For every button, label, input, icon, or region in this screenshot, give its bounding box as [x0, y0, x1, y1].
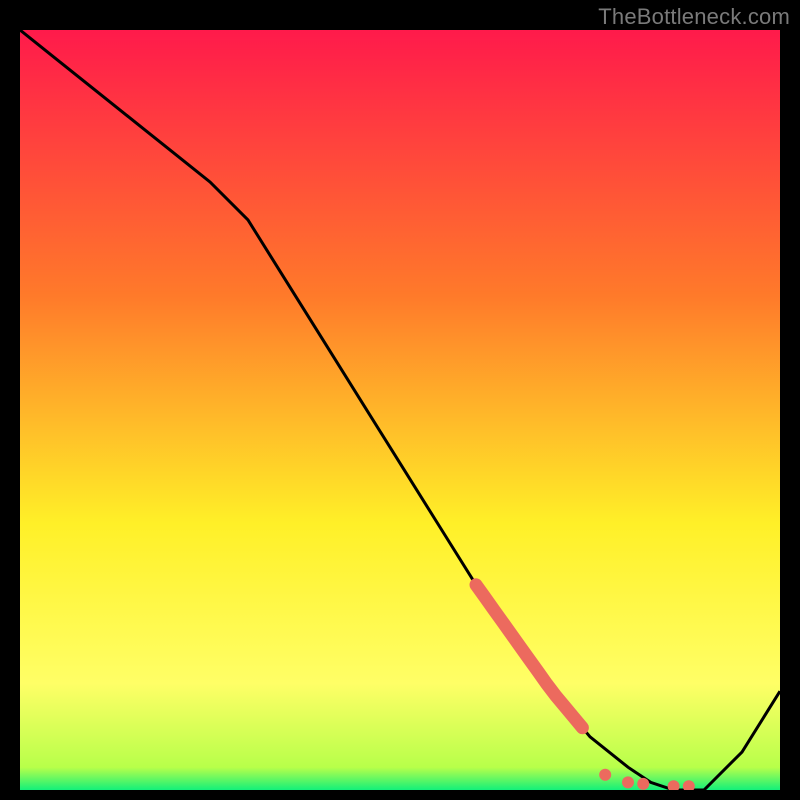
bottleneck-chart: [20, 30, 780, 790]
attribution-label: TheBottleneck.com: [598, 4, 790, 30]
marker-dot: [599, 769, 611, 781]
marker-dot: [637, 778, 649, 790]
plot-area: [20, 30, 780, 790]
gradient-background: [20, 30, 780, 790]
marker-dot: [622, 776, 634, 788]
chart-frame: TheBottleneck.com: [0, 0, 800, 800]
